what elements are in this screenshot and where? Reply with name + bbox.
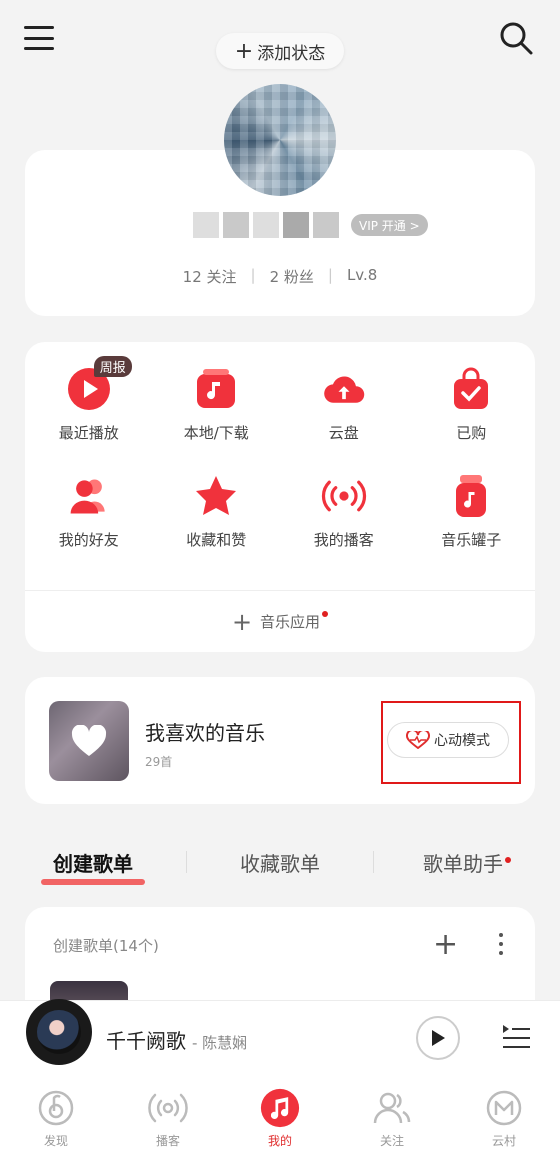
star-icon — [193, 473, 239, 519]
grid-item-recent[interactable]: 周报 最近播放 — [25, 356, 153, 443]
nav-podcast[interactable]: 播客 — [112, 1070, 224, 1157]
menu-button[interactable] — [24, 26, 54, 50]
song-title: 千千阙歌 — [106, 1029, 186, 1053]
music-jar-icon — [448, 473, 494, 519]
local-music-icon — [193, 366, 239, 412]
username-blurred[interactable]: VIP 开通 > — [193, 212, 428, 238]
highlight-box — [381, 701, 521, 784]
tab-created-playlists[interactable]: 创建歌单 — [0, 848, 186, 877]
playlist-tabs: 创建歌单 收藏歌单 歌单助手 — [0, 840, 560, 884]
notification-dot — [505, 856, 511, 863]
followers-count[interactable]: 2 粉丝 — [270, 266, 314, 287]
grid-item-cloud[interactable]: 云盘 — [280, 366, 408, 443]
album-disc[interactable] — [26, 999, 92, 1065]
grid-item-local[interactable]: 本地/下载 — [153, 366, 281, 443]
playlist-queue-icon[interactable] — [500, 1021, 532, 1053]
nav-follow[interactable]: 关注 — [336, 1070, 448, 1157]
music-note-icon — [260, 1088, 300, 1128]
tab-playlist-assistant[interactable]: 歌单助手 — [374, 848, 560, 877]
plus-icon: + — [234, 38, 254, 64]
mini-player[interactable]: 千千阙歌 - 陈慧娴 — [0, 999, 560, 1070]
created-playlists-heading: 创建歌单(14个) — [53, 937, 159, 955]
grid-item-podcast[interactable]: 我的播客 — [280, 473, 408, 550]
play-icon — [432, 1030, 445, 1046]
vip-badge[interactable]: VIP 开通 > — [351, 214, 428, 236]
add-playlist-button[interactable]: + — [433, 927, 458, 962]
feature-grid-card: 周报 最近播放 本地/下载 云盘 已购 我的好友 收藏和赞 我的播客 音乐罐子 … — [25, 342, 535, 652]
liked-music-cover — [49, 701, 129, 781]
more-options-icon[interactable] — [499, 933, 505, 955]
play-button[interactable] — [416, 1016, 460, 1060]
liked-music-title: 我喜欢的音乐 — [145, 721, 265, 745]
following-count[interactable]: 12 关注 — [183, 266, 237, 287]
nav-mine[interactable]: 我的 — [224, 1070, 336, 1157]
grid-item-purchased[interactable]: 已购 — [408, 366, 536, 443]
nav-discover[interactable]: 发现 — [0, 1070, 112, 1157]
music-app-button[interactable]: + 音乐应用 — [25, 590, 535, 652]
grid-item-favorites[interactable]: 收藏和赞 — [153, 473, 281, 550]
discover-icon — [36, 1088, 76, 1128]
podcast-icon — [321, 473, 367, 519]
bottom-nav: 发现 播客 我的 关注 云村 — [0, 1070, 560, 1157]
tab-collected-playlists[interactable]: 收藏歌单 — [187, 848, 373, 877]
now-playing: 千千阙歌 - 陈慧娴 — [106, 1025, 247, 1054]
podcast-icon — [148, 1088, 188, 1128]
shopping-bag-icon — [448, 366, 494, 412]
add-status-button[interactable]: + 添加状态 — [216, 33, 344, 69]
play-circle-icon: 周报 — [66, 356, 132, 412]
avatar[interactable] — [224, 84, 336, 196]
liked-music-count: 29首 — [145, 755, 173, 769]
profile-stats: 12 关注 | 2 粉丝 | Lv.8 — [182, 266, 378, 287]
weekly-badge: 周报 — [93, 356, 132, 377]
follow-icon — [372, 1088, 412, 1128]
grid-item-friends[interactable]: 我的好友 — [25, 473, 153, 550]
notification-dot — [322, 610, 329, 617]
song-artist: - 陈慧娴 — [192, 1034, 248, 1052]
plus-icon: + — [231, 607, 253, 636]
level[interactable]: Lv.8 — [347, 266, 377, 287]
heart-icon — [71, 725, 107, 756]
grid-item-music-jar[interactable]: 音乐罐子 — [408, 473, 536, 550]
nav-cloud-village[interactable]: 云村 — [448, 1070, 560, 1157]
cloud-upload-icon — [321, 366, 367, 412]
search-icon[interactable] — [498, 20, 534, 56]
cloud-village-icon — [484, 1088, 524, 1128]
friends-icon — [66, 473, 112, 519]
